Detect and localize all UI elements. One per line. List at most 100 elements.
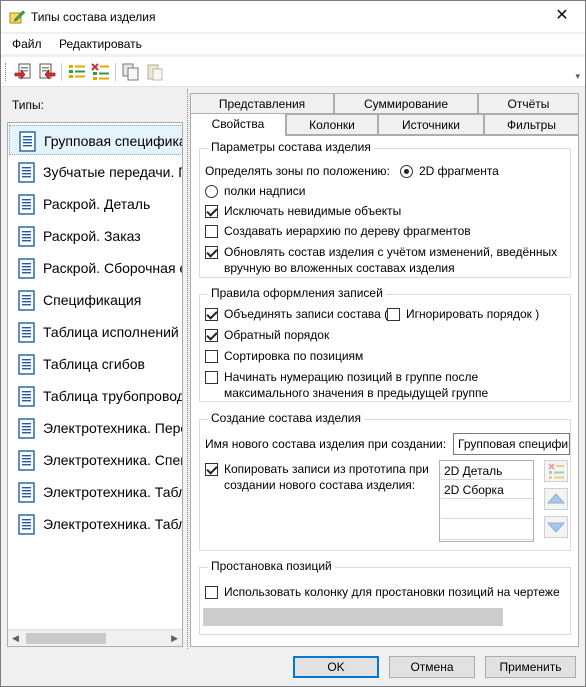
- toolbar-overflow-icon[interactable]: ▾: [575, 71, 580, 82]
- checkbox-hierarchy[interactable]: [205, 225, 218, 238]
- ok-button[interactable]: OK: [293, 656, 379, 678]
- window-title: Типы состава изделия: [31, 10, 156, 24]
- group-title: Простановка позиций: [208, 559, 335, 573]
- checkbox-ignore-order[interactable]: [387, 308, 400, 321]
- group-title: Правила оформления записей: [208, 286, 386, 300]
- document-icon: [18, 226, 35, 247]
- type-list-item[interactable]: Зубчатые передачи. Параметры: [9, 157, 182, 187]
- tab-views[interactable]: Представления: [190, 93, 334, 114]
- checkbox-use-column[interactable]: [205, 586, 218, 599]
- document-icon: [18, 418, 35, 439]
- type-list-item[interactable]: Таблица исполнений: [9, 317, 182, 347]
- update-label-line2[interactable]: вручную во вложенных составах изделия: [224, 261, 455, 275]
- type-list-item-label: Электротехника. Таблица: [43, 516, 182, 532]
- properties-panel: Параметры состава изделия Определять зон…: [190, 135, 579, 647]
- radio-title-block-label[interactable]: полки надписи: [224, 184, 305, 198]
- copy-prototype-line1[interactable]: Копировать записи из прототипа при: [224, 462, 429, 476]
- horizontal-scrollbar[interactable]: ◀ ▶: [8, 629, 182, 646]
- ignore-order-label[interactable]: Игнорировать порядок ): [406, 307, 539, 321]
- type-list-item-label: Таблица сгибов: [43, 356, 145, 372]
- list-item-empty[interactable]: [441, 519, 533, 540]
- checkbox-merge-records[interactable]: [205, 308, 218, 321]
- checkbox-reverse-order[interactable]: [205, 329, 218, 342]
- type-list-item[interactable]: Электротехника. Спецификация: [9, 445, 182, 475]
- tab-reports[interactable]: Отчёты: [478, 93, 579, 114]
- type-list-item[interactable]: Раскрой. Заказ: [9, 221, 182, 251]
- apply-button[interactable]: Применить: [485, 656, 576, 678]
- checkbox-numbering[interactable]: [205, 371, 218, 384]
- tab-properties[interactable]: Свойства: [190, 113, 286, 136]
- checkbox-update-composition[interactable]: [205, 246, 218, 259]
- type-list-item[interactable]: Электротехника. Таблица: [9, 509, 182, 539]
- tab-filters[interactable]: Фильтры: [484, 114, 579, 135]
- type-list-item-label: Раскрой. Деталь: [43, 196, 151, 212]
- copy-icon[interactable]: [121, 62, 141, 82]
- group-title: Создание состава изделия: [208, 411, 364, 425]
- import-type-icon[interactable]: [13, 62, 33, 82]
- type-list-item[interactable]: Электротехника. Перечень: [9, 413, 182, 443]
- reverse-order-label[interactable]: Обратный порядок: [224, 328, 329, 342]
- type-list-item[interactable]: Электротехника. Таблица: [9, 477, 182, 507]
- add-type-icon[interactable]: [67, 62, 87, 82]
- checkbox-exclude-invisible[interactable]: [205, 205, 218, 218]
- type-list-item-label: Групповая спецификация: [44, 133, 182, 149]
- use-column-label[interactable]: Использовать колонку для простановки поз…: [224, 585, 560, 599]
- new-name-input[interactable]: Групповая спецификация: [453, 433, 570, 455]
- type-list-item[interactable]: Раскрой. Сборочная единица: [9, 253, 182, 283]
- toolbar-separator: [115, 63, 116, 81]
- document-icon: [18, 290, 35, 311]
- update-label-line1[interactable]: Обновлять состав изделия с учётом измене…: [224, 245, 557, 259]
- title-bar: Типы состава изделия ✕: [1, 1, 585, 32]
- menu-file[interactable]: Файл: [12, 37, 42, 51]
- exclude-invisible-label[interactable]: Исключать невидимые объекты: [224, 204, 401, 218]
- scroll-left-icon[interactable]: ◀: [12, 633, 19, 644]
- merge-records-label[interactable]: Объединять записи состава (: [224, 307, 388, 321]
- export-type-icon[interactable]: [37, 62, 57, 82]
- menu-bar: Файл Редактировать: [1, 34, 585, 54]
- type-list-item-label: Электротехника. Таблица: [43, 484, 182, 500]
- copy-prototype-line2[interactable]: создании нового состава изделия:: [224, 478, 415, 492]
- type-list-item[interactable]: Спецификация: [9, 285, 182, 315]
- zones-label: Определять зоны по положению:: [205, 164, 390, 178]
- numbering-label-line2[interactable]: максимального значения в предыдущей груп…: [224, 386, 488, 400]
- numbering-label-line1[interactable]: Начинать нумерацию позиций в группе посл…: [224, 370, 478, 384]
- hierarchy-label[interactable]: Создавать иерархию по дереву фрагментов: [224, 224, 471, 238]
- radio-2d-fragment[interactable]: [400, 165, 413, 178]
- pencil-document-icon: [9, 10, 25, 24]
- checkbox-copy-prototype[interactable]: [205, 463, 218, 476]
- type-list-item[interactable]: Таблица трубопроводов: [9, 381, 182, 411]
- position-column-select: [203, 608, 503, 626]
- toolbar-separator: [61, 63, 62, 81]
- type-list-item-label: Зубчатые передачи. Параметры: [43, 164, 182, 180]
- type-list-item[interactable]: Таблица сгибов: [9, 349, 182, 379]
- document-icon: [18, 162, 35, 183]
- menu-edit[interactable]: Редактировать: [59, 37, 142, 51]
- type-list-item[interactable]: Групповая спецификация: [9, 125, 182, 155]
- types-list[interactable]: Групповая спецификация Зубчатые передачи.…: [7, 122, 183, 647]
- scrollbar-thumb[interactable]: [26, 633, 106, 644]
- type-list-item-label: Электротехника. Перечень: [43, 420, 182, 436]
- checkbox-sort-positions[interactable]: [205, 350, 218, 363]
- list-item[interactable]: 2D Деталь: [441, 462, 533, 480]
- scroll-right-icon[interactable]: ▶: [171, 633, 178, 644]
- radio-title-block[interactable]: [205, 185, 218, 198]
- dialog-window: Типы состава изделия ✕ Файл Редактироват…: [0, 0, 586, 687]
- delete-type-icon[interactable]: [91, 62, 111, 82]
- type-list-item[interactable]: Раскрой. Деталь: [9, 189, 182, 219]
- tab-columns[interactable]: Колонки: [286, 114, 378, 135]
- sort-positions-label[interactable]: Сортировка по позициям: [224, 349, 363, 363]
- toolbar-grip[interactable]: [5, 63, 8, 81]
- document-icon: [19, 131, 36, 152]
- list-item[interactable]: 2D Сборка: [441, 481, 533, 499]
- close-button[interactable]: ✕: [539, 1, 585, 32]
- paste-icon[interactable]: [145, 62, 165, 82]
- list-item-empty[interactable]: [441, 500, 533, 519]
- prototype-list[interactable]: 2D Деталь 2D Сборка: [439, 460, 534, 542]
- move-up-icon[interactable]: [544, 488, 568, 510]
- move-down-icon[interactable]: [544, 516, 568, 538]
- tab-sources[interactable]: Источники: [378, 114, 484, 135]
- delete-row-icon[interactable]: [544, 460, 568, 482]
- radio-2d-fragment-label[interactable]: 2D фрагмента: [419, 164, 499, 178]
- tab-summation[interactable]: Суммирование: [334, 93, 478, 114]
- cancel-button[interactable]: Отмена: [389, 656, 475, 678]
